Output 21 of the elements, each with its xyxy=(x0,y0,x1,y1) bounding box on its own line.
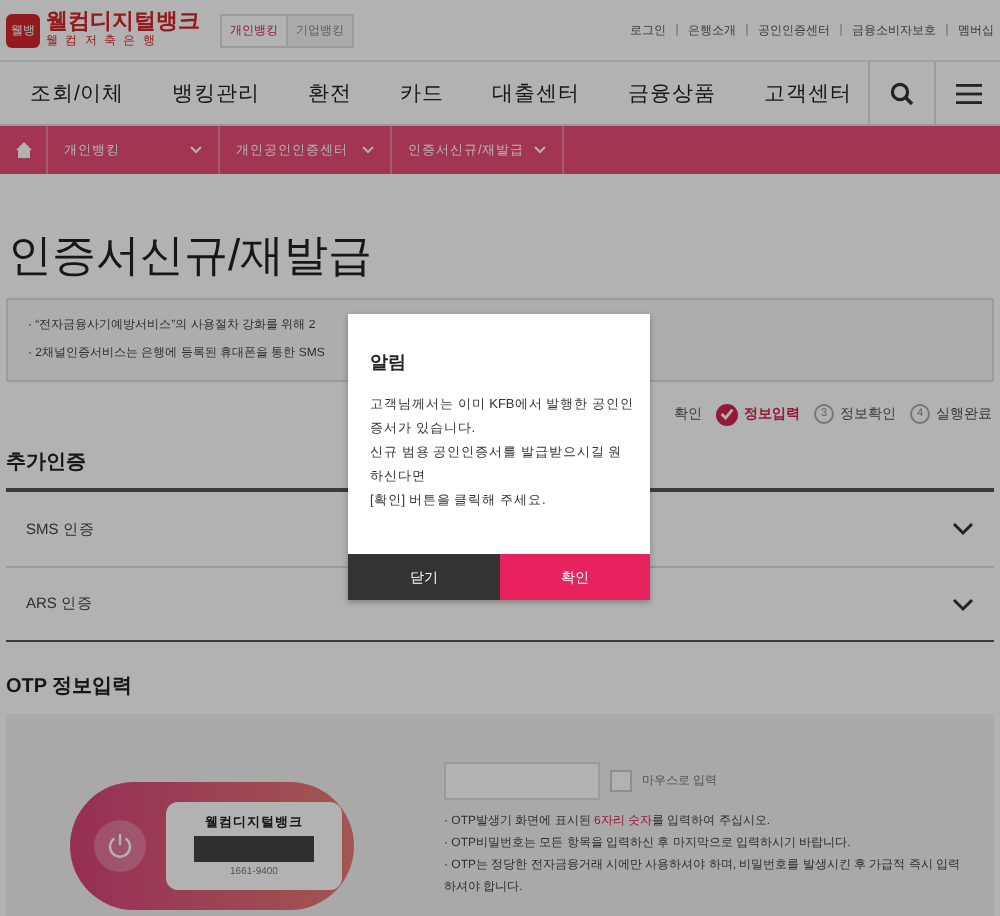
nav-item[interactable]: 고객센터 xyxy=(763,79,852,107)
caret-icon xyxy=(362,146,374,154)
home-icon xyxy=(15,142,31,158)
nav-item[interactable]: 뱅킹관리 xyxy=(171,79,260,107)
nav-item[interactable]: 대출센터 xyxy=(491,79,580,107)
section-heading: OTP 정보입력 xyxy=(6,674,133,702)
section-heading: 추가인증 xyxy=(6,450,86,478)
checkbox[interactable] xyxy=(610,770,632,792)
nav-item[interactable]: 환전 xyxy=(307,79,352,107)
caret-icon xyxy=(190,146,202,154)
nav-item[interactable]: 조회/이체 xyxy=(30,79,124,107)
search-icon xyxy=(890,81,914,105)
logo-name: 웰컴디지털뱅크 xyxy=(46,12,200,34)
nav-item[interactable]: 카드 xyxy=(399,79,444,107)
otp-input-field[interactable] xyxy=(444,762,600,800)
dialog-title: 알림 xyxy=(370,350,408,376)
device-screen xyxy=(194,836,314,862)
caret-icon xyxy=(534,146,546,154)
nav-item[interactable]: 금융상품 xyxy=(627,79,716,107)
page-title: 인증서신규/재발급 xyxy=(8,230,375,282)
menu-icon xyxy=(955,83,981,103)
